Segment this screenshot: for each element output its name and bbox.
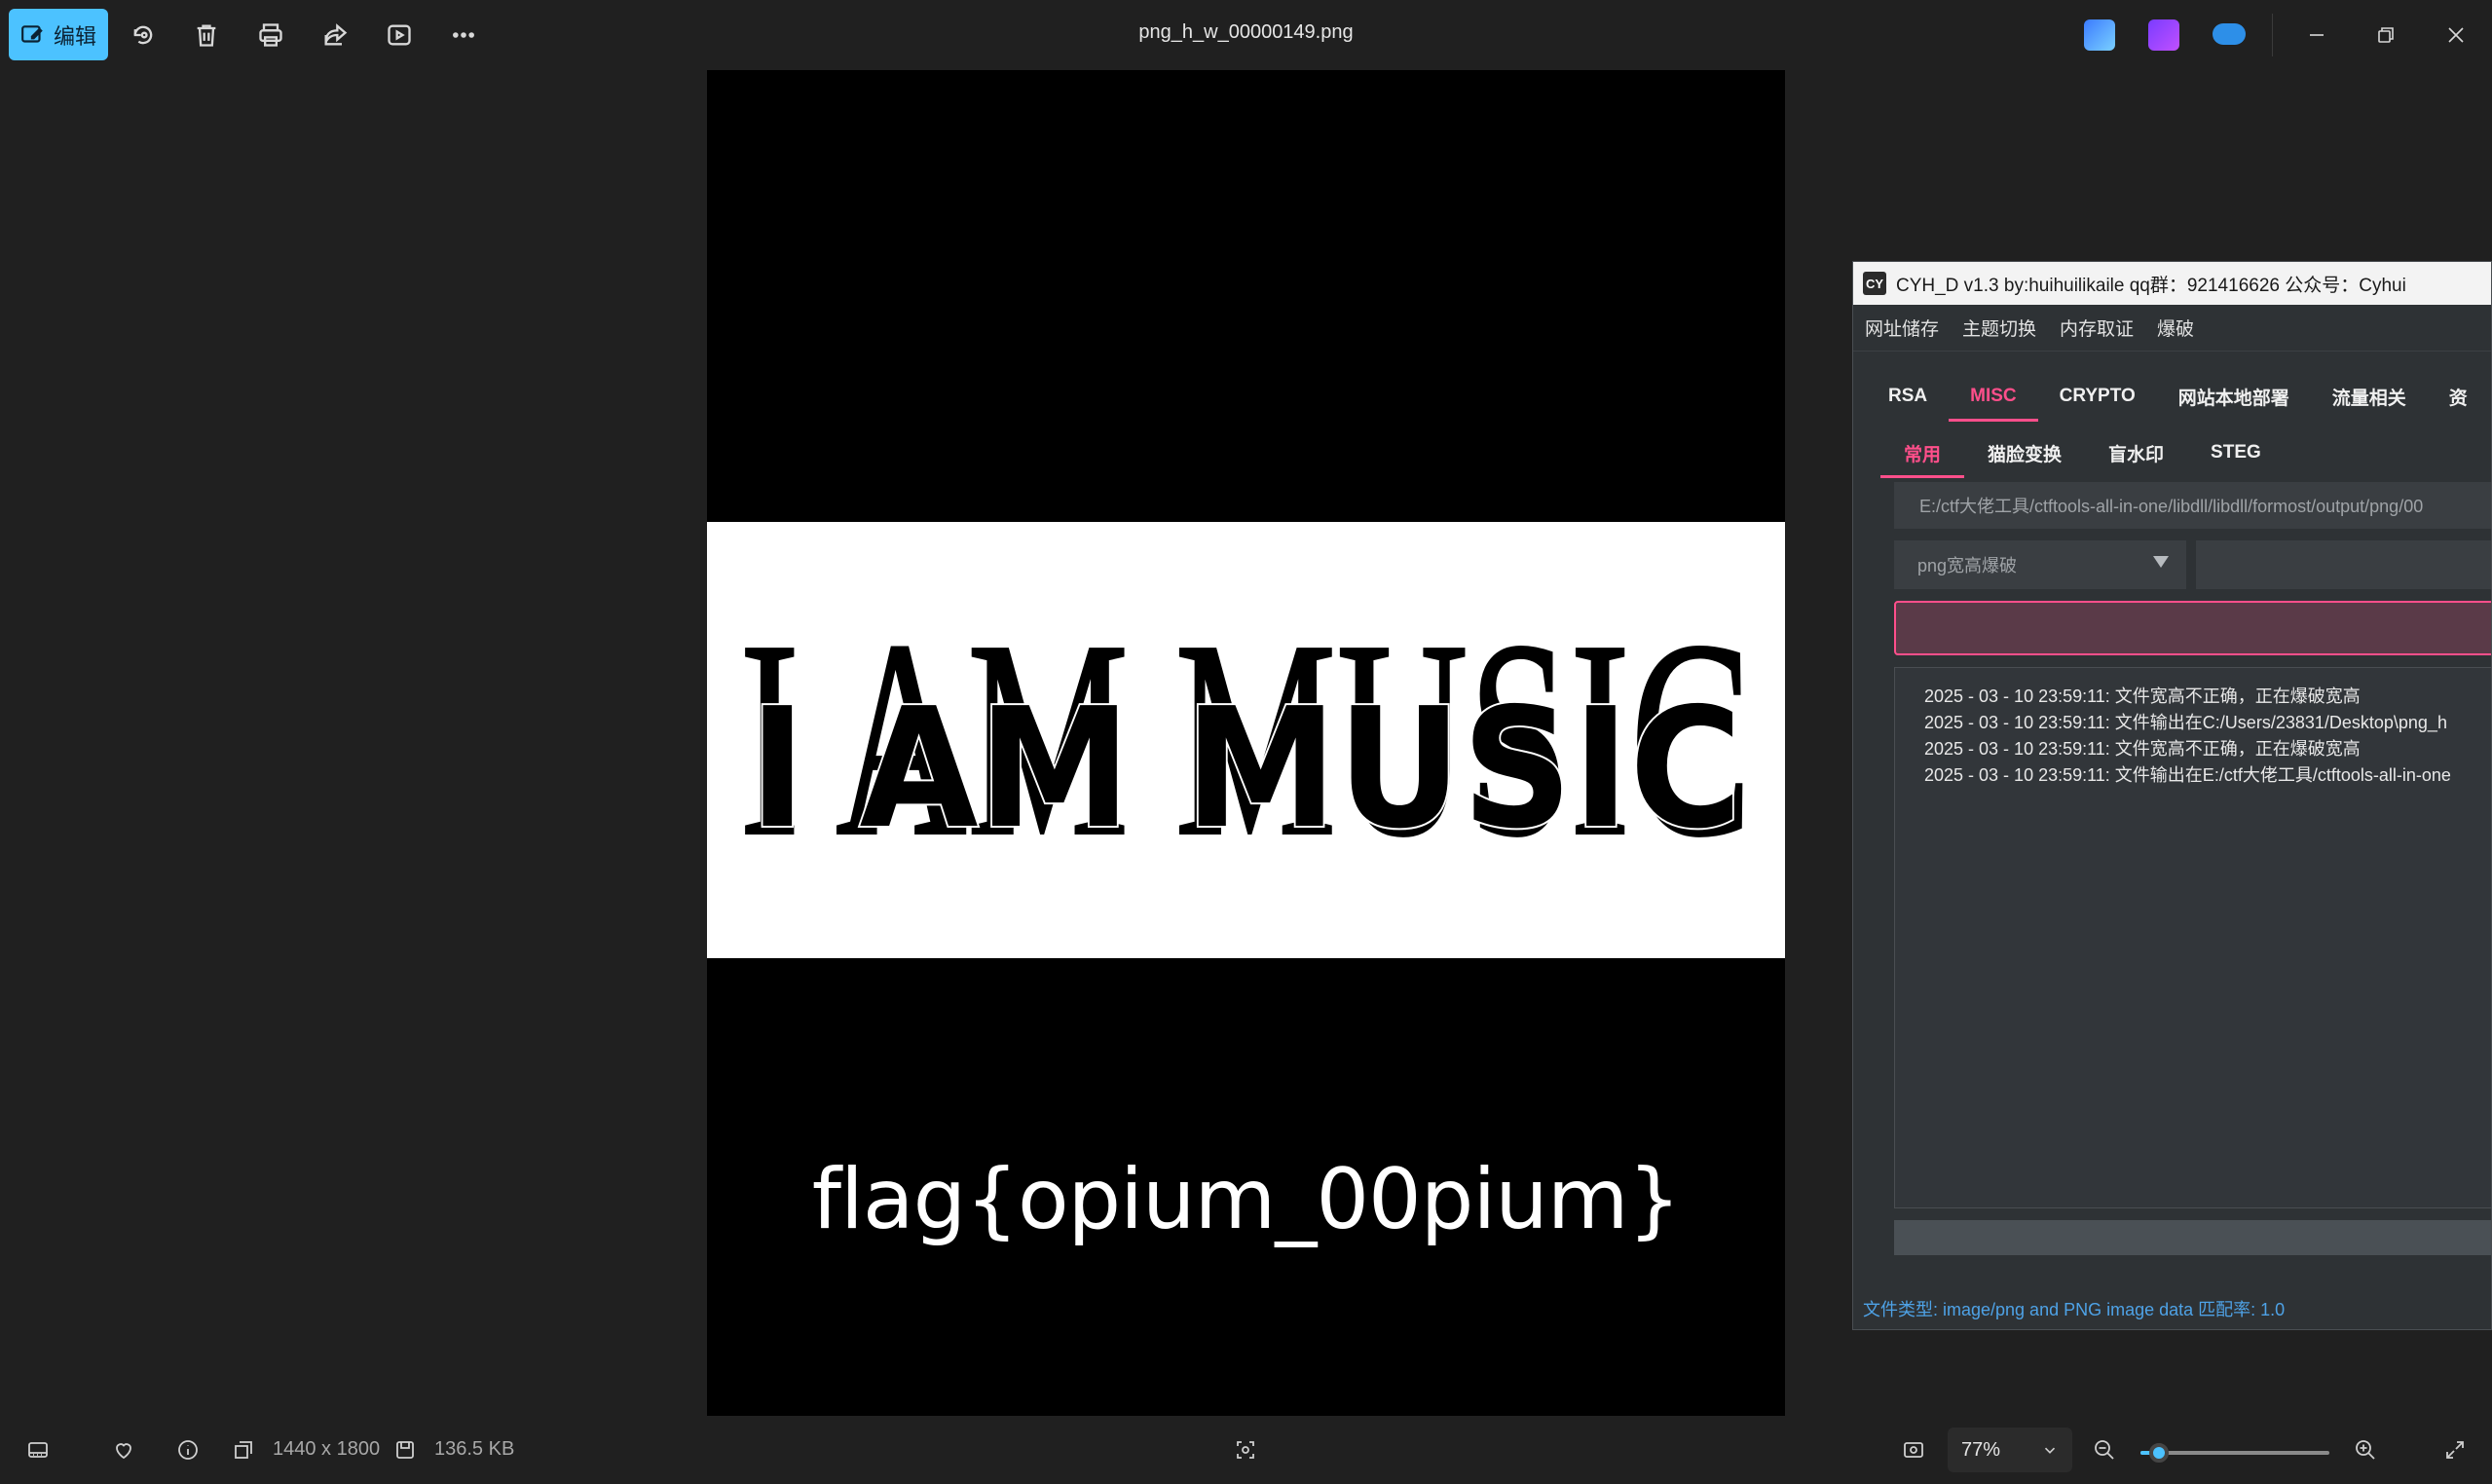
file-size: 136.5 KB (434, 1438, 515, 1460)
image-canvas[interactable]: I AM MUSIC I AM MUSIC flag{opium_00pium} (707, 70, 1785, 1416)
zoom-slider[interactable] (2140, 1443, 2329, 1463)
menu-item-memory-forensics[interactable]: 内存取证 (2060, 315, 2134, 341)
run-button[interactable] (1894, 601, 2491, 655)
panel-menubar: 网址储存 主题切换 内存取证 爆破 (1853, 305, 2491, 352)
headline-artwork: I AM MUSIC I AM MUSIC (738, 581, 1753, 896)
tab-crypto[interactable]: CRYPTO (2038, 371, 2157, 422)
close-button[interactable] (2435, 14, 2477, 56)
progress-bar (1894, 1220, 2491, 1255)
headline-bold: I AM MUSIC (749, 673, 1742, 866)
zoom-dropdown[interactable]: 77% (1948, 1428, 2072, 1472)
panel-title: CYH_D v1.3 by:huihuilikaile qq群：92141662… (1896, 275, 2406, 296)
zoom-slider-thumb[interactable] (2149, 1443, 2169, 1463)
mode-select[interactable]: png宽高爆破 (1894, 540, 2186, 589)
log-line: 2025 - 03 - 10 23:59:11: 文件宽高不正确，正在爆破宽高 (1924, 739, 2361, 759)
visual-search-icon[interactable] (1231, 1435, 1260, 1465)
zoom-value: 77% (1961, 1438, 2001, 1461)
filmstrip-icon[interactable] (23, 1435, 53, 1465)
flag-text: flag{opium_00pium} (811, 1151, 1681, 1248)
log-line: 2025 - 03 - 10 23:59:11: 文件输出在E:/ctf大佬工具… (1924, 765, 2451, 785)
log-line: 2025 - 03 - 10 23:59:11: 文件输出在C:/Users/2… (1924, 713, 2447, 732)
onedrive-icon[interactable] (2213, 23, 2246, 45)
status-text: 文件类型: image/png and PNG image data 匹配率: … (1863, 1300, 2286, 1319)
file-size-icon (393, 1435, 417, 1465)
top-toolbar: 编辑 png_h_w_00000149.png (0, 0, 2492, 70)
minimize-button[interactable] (2295, 14, 2338, 56)
tab-local-deploy[interactable]: 网站本地部署 (2157, 371, 2311, 422)
divider (2272, 14, 2273, 56)
log-line: 2025 - 03 - 10 23:59:11: 文件宽高不正确，正在爆破宽高 (1924, 686, 2361, 706)
image-white-band: I AM MUSIC I AM MUSIC (707, 522, 1785, 958)
tab-rsa[interactable]: RSA (1867, 371, 1949, 422)
tab-misc[interactable]: MISC (1949, 371, 2038, 422)
clipchamp-icon[interactable] (2148, 19, 2179, 51)
file-path-input[interactable]: E:/ctf大佬工具/ctftools-all-in-one/libdll/li… (1894, 482, 2491, 529)
restore-button[interactable] (2364, 14, 2407, 56)
menu-item-theme[interactable]: 主题切换 (1962, 315, 2036, 341)
panel-tabs: RSA MISC CRYPTO 网站本地部署 流量相关 资 (1867, 371, 2489, 422)
log-output[interactable]: 2025 - 03 - 10 23:59:11: 文件宽高不正确，正在爆破宽高 … (1894, 667, 2491, 1208)
menu-item-bruteforce[interactable]: 爆破 (2157, 315, 2194, 341)
mode-select-value: png宽高爆破 (1917, 556, 2018, 575)
dimensions-icon (232, 1435, 255, 1465)
fit-screen-icon[interactable] (1899, 1435, 1928, 1465)
favorite-icon[interactable] (109, 1435, 138, 1465)
subtab-blind-watermark[interactable]: 盲水印 (2085, 427, 2187, 478)
window-title: png_h_w_00000149.png (1138, 21, 1354, 43)
chevron-down-icon (2044, 1447, 2056, 1454)
caret-down-icon (2153, 556, 2169, 568)
tab-resources[interactable]: 资 (2428, 371, 2489, 422)
bottom-bar: 1440 x 1800 136.5 KB 77% (0, 1416, 2492, 1484)
image-dimensions: 1440 x 1800 (273, 1438, 381, 1460)
subtab-common[interactable]: 常用 (1880, 427, 1965, 478)
fullscreen-icon[interactable] (2440, 1435, 2470, 1465)
cyh-logo-icon: CY (1863, 272, 1886, 295)
zoom-in-icon[interactable] (2351, 1435, 2380, 1465)
menu-item-url-storage[interactable]: 网址储存 (1865, 315, 1939, 341)
cyh-d-window: CY CYH_D v1.3 by:huihuilikaile qq群：92141… (1852, 261, 2492, 1330)
subtab-steg[interactable]: STEG (2187, 427, 2285, 478)
designer-icon[interactable] (2084, 19, 2115, 51)
panel-subtabs: 常用 猫脸变换 盲水印 STEG (1880, 427, 2285, 478)
tab-traffic[interactable]: 流量相关 (2311, 371, 2428, 422)
param-input[interactable] (2196, 540, 2491, 589)
info-icon[interactable] (173, 1435, 203, 1465)
subtab-arnold-transform[interactable]: 猫脸变换 (1964, 427, 2085, 478)
zoom-out-icon[interactable] (2090, 1435, 2119, 1465)
panel-titlebar[interactable]: CY CYH_D v1.3 by:huihuilikaile qq群：92141… (1853, 262, 2491, 305)
